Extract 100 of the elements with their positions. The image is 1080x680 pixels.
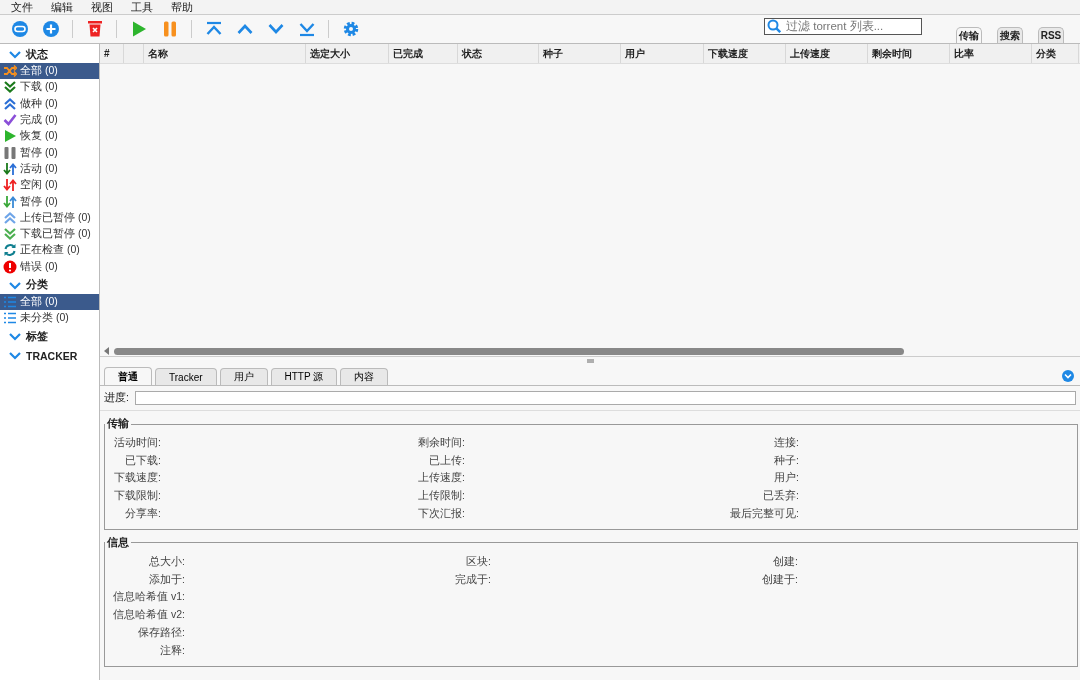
column-header[interactable]: 剩余时间 — [868, 44, 950, 63]
menu-item[interactable]: 视图 — [82, 0, 122, 14]
section-header[interactable]: 分类 — [0, 276, 99, 294]
section-title: 标签 — [26, 329, 48, 344]
sidebar-item[interactable]: 上传已暂停 (0) — [0, 209, 99, 226]
sidebar-item[interactable]: 恢复 (0) — [0, 128, 99, 145]
column-header[interactable]: 选定大小 — [306, 44, 389, 63]
sidebar-item[interactable]: 空闲 (0) — [0, 177, 99, 194]
sidebar-item[interactable]: 下载 (0) — [0, 79, 99, 96]
view-tab[interactable]: 传输 — [956, 27, 982, 43]
settings-button[interactable] — [341, 19, 360, 39]
section-header[interactable]: TRACKER — [0, 347, 99, 365]
section-title: TRACKER — [26, 349, 78, 362]
play-icon — [3, 129, 17, 144]
field-label: 剩余时间: — [417, 435, 465, 450]
trash-button[interactable] — [85, 19, 104, 39]
menu-item[interactable]: 编辑 — [42, 0, 82, 14]
item-label: 错误 (0) — [20, 259, 58, 274]
field-label: 连接: — [773, 435, 799, 450]
view-tab[interactable]: 搜索 — [997, 27, 1023, 43]
scrollbar-thumb[interactable] — [114, 347, 904, 355]
field-label: 总大小: — [148, 554, 185, 569]
move-bottom-icon — [297, 20, 316, 38]
detail-tab[interactable]: 用户 — [219, 368, 268, 385]
sidebar-item[interactable]: 全部 (0) — [0, 293, 99, 311]
scroll-left-icon — [103, 346, 110, 356]
sidebar-item[interactable]: 未分类 (0) — [0, 310, 99, 327]
add-button[interactable] — [41, 19, 60, 39]
menu-item[interactable]: 文件 — [2, 0, 42, 14]
column-header[interactable]: # — [100, 44, 124, 63]
field-label: 进度: — [104, 391, 129, 405]
column-header[interactable]: 名称 — [144, 44, 306, 63]
item-label: 正在检查 (0) — [20, 243, 80, 258]
field-label: 创建: — [772, 554, 798, 569]
column-header[interactable]: 分类 — [1032, 44, 1079, 63]
detail-tab[interactable]: 内容 — [340, 368, 389, 385]
field-label: 下次汇报: — [417, 507, 465, 522]
field-label: 分享率: — [124, 507, 161, 522]
column-header[interactable]: 下载速度 — [704, 44, 786, 63]
arrows-down-up-icon — [3, 178, 17, 193]
item-label: 暂停 (0) — [20, 194, 58, 209]
column-header[interactable]: 状态 — [458, 44, 539, 63]
item-label: 做种 (0) — [20, 96, 58, 111]
field-label: 种子: — [773, 453, 799, 468]
link-button[interactable] — [10, 19, 29, 39]
field-label: 完成于: — [454, 572, 491, 587]
field-label: 信息哈希值 v1: — [113, 590, 185, 605]
detail-tab[interactable]: 普通 — [104, 367, 152, 385]
section-header[interactable]: 标签 — [0, 328, 99, 346]
double-chevron-down-icon — [3, 80, 17, 95]
sidebar-item[interactable]: 暂停 (0) — [0, 193, 99, 210]
move-top-icon — [204, 20, 223, 38]
column-header[interactable]: 种子 — [539, 44, 621, 63]
menu-item[interactable]: 帮助 — [162, 0, 202, 14]
field-label: 已上传: — [428, 453, 465, 468]
detail-tab[interactable]: Tracker — [155, 368, 217, 385]
check-icon — [3, 113, 17, 128]
search-field[interactable]: 过滤 torrent 列表... — [764, 17, 922, 35]
field-label: 注释: — [159, 643, 185, 658]
sidebar-item[interactable]: 做种 (0) — [0, 95, 99, 112]
section-title: 状态 — [26, 47, 48, 62]
double-chevron-up-icon — [3, 96, 17, 111]
field-label: 下载速度: — [113, 471, 161, 486]
item-label: 全部 (0) — [20, 64, 58, 79]
field-label: 已下载: — [124, 453, 161, 468]
sidebar-item[interactable]: 全部 (0) — [0, 63, 99, 80]
section-header[interactable]: 状态 — [0, 46, 99, 63]
column-header[interactable]: 已完成 — [389, 44, 458, 63]
sidebar-item[interactable]: 完成 (0) — [0, 111, 99, 129]
sidebar-item[interactable]: 暂停 (0) — [0, 144, 99, 161]
field-label: 用户: — [773, 471, 799, 486]
field-label: 上传限制: — [417, 489, 465, 504]
item-label: 未分类 (0) — [20, 311, 69, 326]
double-chevron-down-icon — [3, 227, 17, 242]
drag-handle-icon — [586, 359, 594, 363]
sidebar-item[interactable]: 正在检查 (0) — [0, 242, 99, 259]
field-label: 保存路径: — [137, 626, 185, 641]
item-label: 完成 (0) — [20, 113, 58, 128]
detail-tab[interactable]: HTTP 源 — [270, 368, 338, 385]
group-title: 信息 — [106, 536, 130, 550]
column-header[interactable]: 上传速度 — [786, 44, 868, 63]
column-header[interactable]: 比率 — [950, 44, 1032, 63]
error-icon — [3, 259, 17, 274]
field-label: 已丢弃: — [762, 489, 799, 504]
menu-item[interactable]: 工具 — [122, 0, 162, 14]
double-chevron-up-icon — [3, 210, 17, 225]
arrows-down-up-icon — [3, 194, 17, 209]
sidebar-item[interactable]: 下载已暂停 (0) — [0, 225, 99, 243]
field-label: 上传速度: — [417, 471, 465, 486]
sidebar-item[interactable]: 活动 (0) — [0, 160, 99, 178]
collapse-button[interactable] — [1062, 370, 1074, 382]
item-label: 空闲 (0) — [20, 178, 58, 193]
sidebar-item[interactable]: 错误 (0) — [0, 258, 99, 275]
field-label: 信息哈希值 v2: — [113, 608, 185, 623]
view-tab[interactable]: RSS — [1038, 27, 1064, 43]
link-icon — [10, 20, 29, 38]
settings-icon — [341, 20, 360, 38]
field-label: 活动时间: — [113, 435, 161, 450]
trash-icon — [85, 20, 104, 38]
column-header[interactable]: 用户 — [621, 44, 704, 63]
